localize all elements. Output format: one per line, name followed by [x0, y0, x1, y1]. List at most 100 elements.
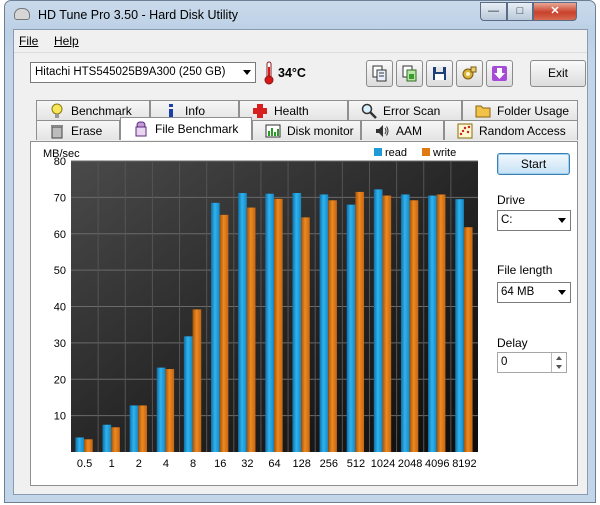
- file-length-select[interactable]: 64 MB: [497, 282, 571, 303]
- bar-read: [346, 204, 356, 452]
- bar-read: [183, 336, 193, 452]
- start-button[interactable]: Start: [497, 153, 570, 175]
- benchmark-chart: 10 20 30 40 50 60 70 80 MB/sec 0.5 1 2 4 8 16 32 64 128 25…: [31, 142, 486, 487]
- chevron-down-icon: [558, 218, 566, 223]
- delay-spinner-buttons: [551, 353, 566, 372]
- drive-letter-select[interactable]: C:: [497, 210, 571, 231]
- x-tick-label: 16: [214, 458, 226, 470]
- x-tick-label: 32: [241, 458, 253, 470]
- bar-write: [463, 227, 473, 452]
- tab-random-access-label: Random Access: [479, 123, 566, 138]
- tab-folder-usage-label: Folder Usage: [497, 103, 570, 118]
- y-axis-label: MB/sec: [43, 148, 80, 160]
- drive-select-value: Hitachi HTS545025B9A300 (250 GB): [35, 66, 226, 78]
- folder-icon: [475, 103, 491, 119]
- minimize-button[interactable]: —: [480, 2, 507, 21]
- magnifier-icon: [361, 103, 377, 119]
- menu-file[interactable]: File: [19, 34, 38, 48]
- bar-read: [400, 194, 410, 452]
- title-bar[interactable]: HD Tune Pro 3.50 - Hard Disk Utility — □…: [5, 1, 595, 29]
- bar-read: [211, 202, 220, 452]
- drive-select[interactable]: Hitachi HTS545025B9A300 (250 GB): [30, 62, 256, 83]
- x-tick-label: 2: [136, 458, 142, 470]
- bar-write: [409, 200, 419, 452]
- bar-read: [129, 405, 139, 452]
- app-window: HD Tune Pro 3.50 - Hard Disk Utility — □…: [4, 0, 596, 503]
- copy-screenshot-button[interactable]: [396, 60, 423, 87]
- y-tick-label: 50: [54, 265, 66, 277]
- drive-letter-value: C:: [501, 214, 513, 226]
- x-tick-label: 4096: [425, 458, 449, 470]
- spin-down-button[interactable]: [552, 362, 566, 371]
- copy-screenshot-icon: [402, 65, 417, 82]
- tab-error-scan[interactable]: Error Scan: [348, 100, 462, 120]
- tab-random-access[interactable]: Random Access: [444, 120, 578, 140]
- download-button[interactable]: [486, 60, 513, 87]
- file-length-label: File length: [497, 263, 553, 277]
- x-tick-label: 0.5: [77, 458, 92, 470]
- tab-benchmark-label: Benchmark: [71, 103, 132, 118]
- bar-read: [428, 195, 437, 452]
- x-tick-label: 128: [292, 458, 310, 470]
- tab-erase[interactable]: Erase: [36, 120, 120, 140]
- file-benchmark-icon: [133, 121, 149, 137]
- arrow-down-icon: [556, 364, 562, 369]
- tab-error-scan-label: Error Scan: [383, 103, 441, 118]
- bar-read: [373, 189, 383, 452]
- bar-write: [246, 207, 256, 452]
- trash-icon: [49, 123, 65, 139]
- tab-aam[interactable]: AAM: [361, 120, 444, 140]
- maximize-button[interactable]: □: [507, 2, 533, 21]
- close-button[interactable]: ✕: [533, 2, 577, 21]
- copy-text-button[interactable]: [366, 60, 393, 87]
- x-tick-label: 256: [320, 458, 338, 470]
- y-tick-label: 30: [54, 338, 66, 350]
- hard-disk-app-icon[interactable]: [14, 8, 30, 20]
- menu-file-label: File: [19, 34, 39, 48]
- file-length-value: 64 MB: [501, 286, 535, 298]
- x-tick-label: 512: [347, 458, 365, 470]
- bar-write: [328, 200, 337, 452]
- chevron-down-icon: [558, 290, 566, 295]
- tab-info-label: Info: [185, 103, 206, 118]
- save-button[interactable]: [426, 60, 453, 87]
- tab-folder-usage[interactable]: Folder Usage: [462, 100, 578, 120]
- legend-swatch-write: [422, 148, 430, 156]
- x-tick-label: 1024: [371, 458, 395, 470]
- menu-help[interactable]: Help: [54, 34, 79, 48]
- save-icon: [433, 67, 446, 80]
- x-tick-label: 8: [190, 458, 196, 470]
- bar-read: [319, 194, 329, 452]
- tab-file-benchmark[interactable]: File Benchmark: [120, 117, 252, 140]
- bar-write: [84, 439, 93, 452]
- chevron-down-icon: [243, 70, 251, 75]
- x-tick-label: 8192: [452, 458, 476, 470]
- tab-disk-monitor-label: Disk monitor: [287, 123, 354, 138]
- bulb-icon: [49, 103, 65, 119]
- exit-button[interactable]: Exit: [530, 60, 586, 87]
- copy-text-icon: [372, 65, 387, 82]
- tab-health[interactable]: Health: [239, 100, 348, 120]
- options-button[interactable]: [456, 60, 483, 87]
- spin-up-button[interactable]: [552, 353, 566, 362]
- delay-value: 0: [501, 356, 508, 368]
- menu-bar: File Help: [14, 30, 587, 51]
- client-area: File Help Hitachi HTS545025B9A300 (250 G…: [13, 29, 588, 495]
- tab-disk-monitor[interactable]: Disk monitor: [252, 120, 361, 140]
- bar-write: [165, 369, 175, 452]
- tab-erase-label: Erase: [71, 123, 103, 138]
- delay-spinner[interactable]: 0: [497, 352, 567, 373]
- thermometer-icon: [264, 61, 274, 85]
- bar-read: [292, 193, 302, 452]
- bar-write: [436, 194, 446, 452]
- bar-write: [192, 309, 202, 452]
- legend-swatch-read: [374, 148, 382, 156]
- drive-label: Drive: [497, 193, 526, 207]
- toolbar: Hitachi HTS545025B9A300 (250 GB) 34°C Ex…: [14, 52, 587, 94]
- options-icon: [462, 66, 477, 80]
- bar-write: [301, 217, 310, 452]
- health-cross-icon: [252, 103, 268, 119]
- bar-write: [355, 191, 365, 452]
- tab-health-label: Health: [274, 103, 309, 118]
- tab-aam-label: AAM: [396, 123, 423, 138]
